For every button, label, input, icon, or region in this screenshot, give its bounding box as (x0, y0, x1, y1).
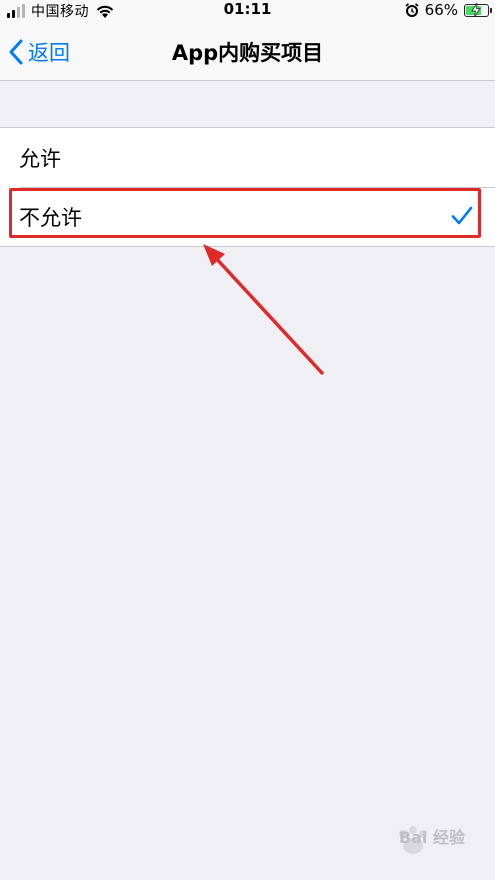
status-right: 66% (405, 1, 492, 19)
highlight-annotation (9, 188, 481, 238)
navigation-bar: 返回 App内购买项目 (0, 20, 495, 81)
charging-bolt-icon (471, 2, 481, 17)
battery-percent: 66% (424, 1, 458, 19)
option-label: 允许 (19, 146, 61, 171)
arrow-annotation (203, 244, 324, 375)
page-title: App内购买项目 (171, 41, 324, 65)
alarm-icon (405, 3, 419, 17)
battery-icon (464, 2, 492, 17)
watermark-text: Bai 经验 (398, 828, 465, 847)
option-allow[interactable]: 允许 (0, 128, 495, 187)
settings-screen: 中国移动 01:11 66% 返回 App内购买项目 允许 不允许 Bai 经验 (0, 0, 495, 880)
status-bar: 中国移动 01:11 66% (0, 0, 495, 20)
